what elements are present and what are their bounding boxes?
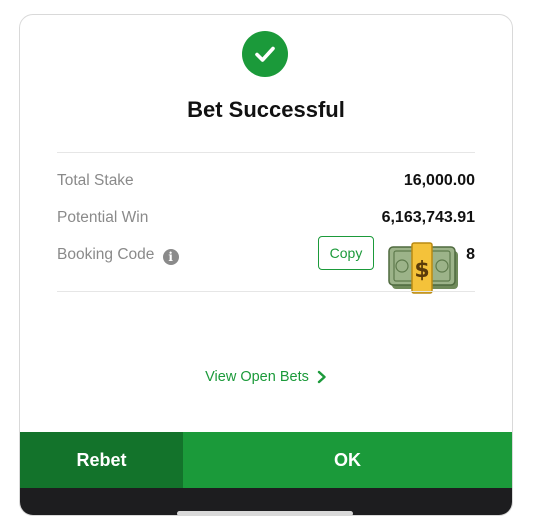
booking-code-value: 8 xyxy=(466,246,475,263)
ok-button[interactable]: OK xyxy=(183,432,512,488)
total-stake-label: Total Stake xyxy=(57,172,134,189)
dialog-footer: Rebet OK xyxy=(20,432,512,488)
potential-win-value: 6,163,743.91 xyxy=(381,209,475,226)
view-open-bets-label: View Open Bets xyxy=(205,369,309,385)
booking-code-label: Booking Code xyxy=(57,246,155,263)
info-icon[interactable]: i xyxy=(162,249,179,265)
home-indicator[interactable] xyxy=(177,511,353,515)
potential-win-label: Potential Win xyxy=(57,209,149,226)
system-bottom-bar xyxy=(20,488,512,515)
dialog-title: Bet Successful xyxy=(187,97,345,122)
copy-booking-code-button[interactable]: Copy xyxy=(318,236,374,270)
chevron-right-icon xyxy=(317,370,326,384)
total-stake-value: 16,000.00 xyxy=(403,172,475,189)
money-with-dollar-icon: $ xyxy=(388,242,458,294)
divider-top xyxy=(57,152,475,153)
view-open-bets-link[interactable]: View Open Bets xyxy=(20,369,512,385)
check-circle-icon xyxy=(242,31,288,77)
rebet-button[interactable]: Rebet xyxy=(20,432,183,488)
booking-code-row: Booking Code i xyxy=(57,246,179,265)
bet-success-dialog: Bet Successful Total Stake 16,000.00 Pot… xyxy=(19,14,513,516)
divider-bottom xyxy=(57,291,475,292)
svg-text:$: $ xyxy=(414,258,429,283)
